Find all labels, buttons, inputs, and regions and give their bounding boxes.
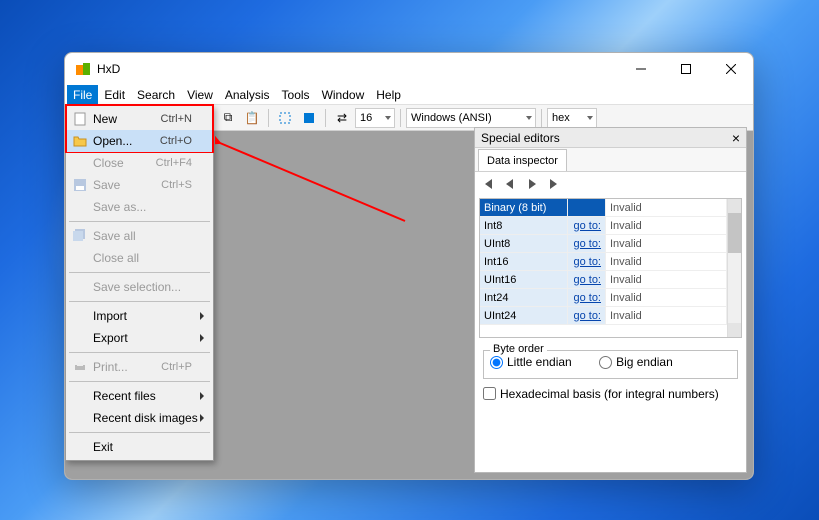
- scroll-down-icon[interactable]: [728, 323, 741, 337]
- special-editors-panel: Special editors × Data inspector Binary …: [474, 127, 747, 473]
- nav-prev-icon[interactable]: [503, 177, 517, 194]
- grid-goto[interactable]: [568, 199, 606, 217]
- goto-link[interactable]: go to:: [568, 307, 606, 325]
- menu-item-new[interactable]: New Ctrl+N: [67, 108, 212, 130]
- print-icon: [71, 359, 89, 375]
- goto-link[interactable]: go to:: [568, 217, 606, 235]
- grid-value[interactable]: Invalid: [606, 199, 727, 217]
- app-title: HxD: [97, 62, 618, 76]
- panel-tabs: Data inspector: [475, 148, 746, 172]
- menu-item-save[interactable]: Save Ctrl+S: [67, 174, 212, 196]
- byte-order-group: Byte order Little endian Big endian: [483, 350, 738, 379]
- tb-paste-icon[interactable]: 📋: [241, 107, 263, 129]
- app-window: HxD File Edit Search View Analysis Tools…: [64, 52, 754, 480]
- menu-edit[interactable]: Edit: [98, 85, 131, 104]
- menu-bar: File Edit Search View Analysis Tools Win…: [65, 85, 753, 105]
- menu-item-recent-files[interactable]: Recent files: [67, 385, 212, 407]
- radio-big-endian[interactable]: Big endian: [599, 355, 673, 369]
- menu-analysis[interactable]: Analysis: [219, 85, 276, 104]
- menu-item-save-selection[interactable]: Save selection...: [67, 276, 212, 298]
- folder-open-icon: [71, 133, 89, 149]
- save-icon: [71, 177, 89, 193]
- menu-item-close-all[interactable]: Close all: [67, 247, 212, 269]
- menu-separator: [69, 432, 210, 433]
- scroll-up-icon[interactable]: [728, 199, 741, 213]
- inspector-nav: [475, 172, 746, 198]
- nav-last-icon[interactable]: [547, 177, 561, 194]
- menu-item-close[interactable]: Close Ctrl+F4: [67, 152, 212, 174]
- menu-tools[interactable]: Tools: [276, 85, 316, 104]
- nav-next-icon[interactable]: [525, 177, 539, 194]
- menu-separator: [69, 221, 210, 222]
- goto-link[interactable]: go to:: [568, 235, 606, 253]
- grid-row-name[interactable]: UInt24: [480, 307, 568, 325]
- nav-first-icon[interactable]: [481, 177, 495, 194]
- grid-row-name[interactable]: Binary (8 bit): [480, 199, 568, 217]
- menu-item-exit[interactable]: Exit: [67, 436, 212, 458]
- panel-close-icon[interactable]: ×: [732, 130, 740, 146]
- toolbar-separator: [541, 109, 542, 127]
- maximize-button[interactable]: [663, 53, 708, 85]
- file-new-icon: [71, 111, 89, 127]
- panel-header: Special editors ×: [475, 128, 746, 148]
- tb-arrows-icon[interactable]: ⇄: [331, 107, 353, 129]
- toolbar-separator: [268, 109, 269, 127]
- menu-item-open[interactable]: Open... Ctrl+O: [67, 130, 212, 152]
- grid-row-name[interactable]: Int16: [480, 253, 568, 271]
- tab-data-inspector[interactable]: Data inspector: [478, 149, 567, 171]
- save-all-icon: [71, 228, 89, 244]
- close-button[interactable]: [708, 53, 753, 85]
- menu-separator: [69, 381, 210, 382]
- grid-value[interactable]: Invalid: [606, 217, 727, 235]
- dropdown-bpr[interactable]: 16: [355, 108, 395, 128]
- toolbar-separator: [325, 109, 326, 127]
- menu-separator: [69, 272, 210, 273]
- tb-block2-icon[interactable]: [298, 107, 320, 129]
- checkbox-hex-basis[interactable]: Hexadecimal basis (for integral numbers): [483, 387, 738, 401]
- grid-row-name[interactable]: Int24: [480, 289, 568, 307]
- minimize-button[interactable]: [618, 53, 663, 85]
- grid-row-name[interactable]: UInt16: [480, 271, 568, 289]
- menu-file[interactable]: File: [67, 85, 98, 104]
- inspector-grid: Binary (8 bit) Int8 UInt8 Int16 UInt16 I…: [479, 198, 742, 338]
- goto-link[interactable]: go to:: [568, 289, 606, 307]
- grid-value[interactable]: Invalid: [606, 307, 727, 325]
- grid-value[interactable]: Invalid: [606, 235, 727, 253]
- grid-row-name[interactable]: UInt8: [480, 235, 568, 253]
- menu-separator: [69, 301, 210, 302]
- menu-item-import[interactable]: Import: [67, 305, 212, 327]
- grid-row-name[interactable]: Int8: [480, 217, 568, 235]
- menu-view[interactable]: View: [181, 85, 219, 104]
- tb-block-icon[interactable]: [274, 107, 296, 129]
- menu-help[interactable]: Help: [370, 85, 407, 104]
- app-icon: [75, 61, 91, 77]
- toolbar-separator: [400, 109, 401, 127]
- byte-order-legend: Byte order: [490, 343, 547, 355]
- menu-window[interactable]: Window: [316, 85, 371, 104]
- menu-separator: [69, 352, 210, 353]
- menu-item-save-as[interactable]: Save as...: [67, 196, 212, 218]
- radio-little-endian[interactable]: Little endian: [490, 355, 572, 369]
- grid-value[interactable]: Invalid: [606, 253, 727, 271]
- grid-value[interactable]: Invalid: [606, 271, 727, 289]
- file-menu-dropdown: New Ctrl+N Open... Ctrl+O Close Ctrl+F4 …: [65, 105, 214, 461]
- dropdown-base[interactable]: hex: [547, 108, 597, 128]
- menu-search[interactable]: Search: [131, 85, 181, 104]
- panel-title: Special editors: [481, 131, 560, 145]
- menu-item-save-all[interactable]: Save all: [67, 225, 212, 247]
- grid-value[interactable]: Invalid: [606, 289, 727, 307]
- tb-copy-icon[interactable]: ⧉: [217, 107, 239, 129]
- grid-scrollbar[interactable]: [727, 199, 741, 337]
- menu-item-export[interactable]: Export: [67, 327, 212, 349]
- menu-item-print[interactable]: Print... Ctrl+P: [67, 356, 212, 378]
- goto-link[interactable]: go to:: [568, 271, 606, 289]
- menu-item-recent-disk-images[interactable]: Recent disk images: [67, 407, 212, 429]
- dropdown-charset[interactable]: Windows (ANSI): [406, 108, 536, 128]
- scroll-thumb[interactable]: [728, 213, 741, 253]
- goto-link[interactable]: go to:: [568, 253, 606, 271]
- title-bar: HxD: [65, 53, 753, 85]
